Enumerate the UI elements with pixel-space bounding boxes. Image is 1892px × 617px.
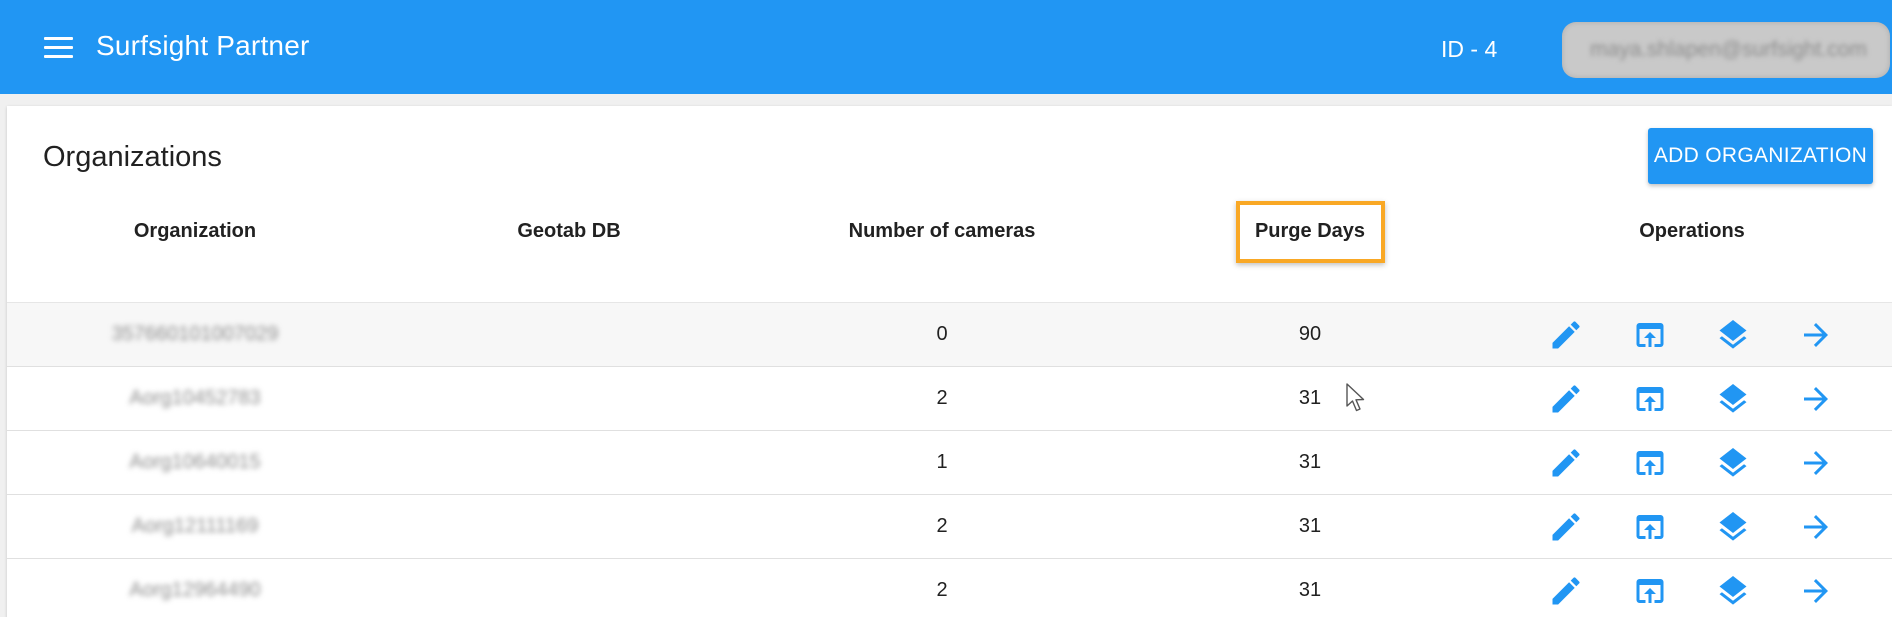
user-email: maya.shlapen@surfsight.com bbox=[1590, 38, 1867, 61]
column-header-geotab-db[interactable]: Geotab DB bbox=[469, 220, 669, 243]
app-title: Surfsight Partner bbox=[96, 30, 310, 61]
table-row[interactable]: Aorg10452783 2 31 bbox=[7, 367, 1892, 431]
pencil-icon[interactable] bbox=[1548, 381, 1584, 417]
cell-organization: Aorg10452783 bbox=[129, 387, 261, 409]
user-account-chip[interactable]: maya.shlapen@surfsight.com bbox=[1562, 22, 1890, 78]
cell-organization: 357660101007029 bbox=[111, 323, 279, 345]
app-bar: Surfsight Partner ID - 4 maya.shlapen@su… bbox=[0, 0, 1892, 94]
cell-number-of-cameras: 0 bbox=[936, 323, 948, 345]
pencil-icon[interactable] bbox=[1548, 445, 1584, 481]
arrow-forward-icon[interactable] bbox=[1798, 381, 1834, 417]
page-title: Organizations bbox=[43, 141, 222, 173]
open-in-browser-icon[interactable] bbox=[1632, 573, 1668, 609]
pencil-icon[interactable] bbox=[1548, 509, 1584, 545]
organizations-card: Organizations ADD ORGANIZATION Organizat… bbox=[7, 106, 1892, 617]
arrow-forward-icon[interactable] bbox=[1798, 445, 1834, 481]
column-header-organization[interactable]: Organization bbox=[95, 220, 295, 243]
layers-icon[interactable] bbox=[1715, 445, 1751, 481]
pencil-icon[interactable] bbox=[1548, 317, 1584, 353]
cell-number-of-cameras: 2 bbox=[936, 515, 948, 537]
mouse-cursor-icon bbox=[1346, 383, 1365, 412]
table-row[interactable]: Aorg12111169 2 31 bbox=[7, 495, 1892, 559]
cell-number-of-cameras: 2 bbox=[936, 579, 948, 601]
column-header-number-of-cameras[interactable]: Number of cameras bbox=[822, 220, 1062, 243]
cell-purge-days: 31 bbox=[1298, 579, 1322, 601]
pencil-icon[interactable] bbox=[1548, 573, 1584, 609]
layers-icon[interactable] bbox=[1715, 573, 1751, 609]
column-header-purge-days[interactable]: Purge Days bbox=[1235, 220, 1385, 243]
layers-icon[interactable] bbox=[1715, 509, 1751, 545]
layers-icon[interactable] bbox=[1715, 381, 1751, 417]
cell-purge-days: 31 bbox=[1298, 515, 1322, 537]
cell-organization: Aorg12111169 bbox=[131, 515, 259, 537]
cell-purge-days: 90 bbox=[1298, 323, 1322, 345]
table-row[interactable]: Aorg10640015 1 31 bbox=[7, 431, 1892, 495]
column-header-operations: Operations bbox=[1639, 220, 1745, 242]
arrow-forward-icon[interactable] bbox=[1798, 573, 1834, 609]
open-in-browser-icon[interactable] bbox=[1632, 509, 1668, 545]
open-in-browser-icon[interactable] bbox=[1632, 445, 1668, 481]
arrow-forward-icon[interactable] bbox=[1798, 317, 1834, 353]
cell-number-of-cameras: 1 bbox=[936, 451, 948, 473]
partner-id-label: ID - 4 bbox=[1441, 36, 1498, 62]
open-in-browser-icon[interactable] bbox=[1632, 317, 1668, 353]
open-in-browser-icon[interactable] bbox=[1632, 381, 1668, 417]
cell-number-of-cameras: 2 bbox=[936, 387, 948, 409]
menu-icon[interactable] bbox=[44, 37, 73, 59]
cell-organization: Aorg10640015 bbox=[129, 451, 261, 473]
table-row[interactable]: 357660101007029 0 90 bbox=[7, 303, 1892, 367]
layers-icon[interactable] bbox=[1715, 317, 1751, 353]
cell-organization: Aorg12964490 bbox=[129, 579, 261, 601]
cell-purge-days: 31 bbox=[1298, 451, 1322, 473]
arrow-forward-icon[interactable] bbox=[1798, 509, 1834, 545]
table-row[interactable]: Aorg12964490 2 31 bbox=[7, 559, 1892, 617]
add-organization-button[interactable]: ADD ORGANIZATION bbox=[1648, 128, 1873, 184]
